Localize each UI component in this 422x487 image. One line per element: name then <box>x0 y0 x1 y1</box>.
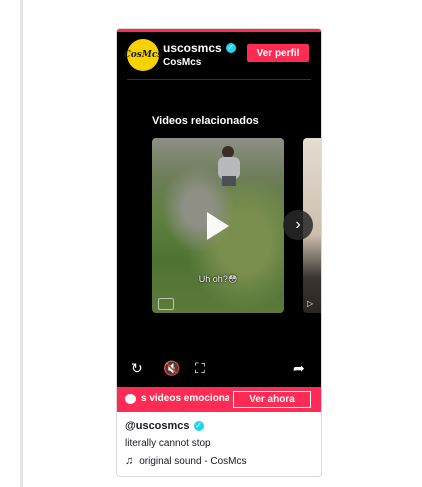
avatar[interactable]: CosMcs <box>124 39 162 71</box>
mute-icon[interactable]: 🔇 <box>163 360 180 376</box>
chat-bubble-icon <box>125 394 136 404</box>
author-display-name: CosMcs <box>163 57 202 68</box>
view-profile-button[interactable]: Ver perfil <box>247 44 309 62</box>
share-icon[interactable]: ➦ <box>293 360 305 376</box>
related-videos-title: Videos relacionados <box>152 115 259 127</box>
promo-banner[interactable]: s videos emocionan Ver ahora <box>117 387 321 412</box>
related-video-thumbnail[interactable]: Uh oh?😳 <box>152 138 284 313</box>
music-note-icon: ♫ <box>125 455 134 467</box>
post-author[interactable]: @uscosmcs ✓ <box>125 420 204 432</box>
author-handle[interactable]: uscosmcs ✓ <box>163 41 236 55</box>
top-accent-bar <box>117 29 321 32</box>
verified-badge-icon: ✓ <box>225 43 236 53</box>
sound-label: original sound - CosMcs <box>139 455 247 467</box>
mini-play-icon: ▷ <box>307 299 314 308</box>
child-figure <box>216 146 242 186</box>
avatar-text: CosMcs <box>123 50 163 60</box>
header-divider <box>127 79 311 80</box>
left-border-rule <box>20 0 23 487</box>
fullscreen-icon[interactable]: ⛶ <box>195 360 205 376</box>
replay-icon[interactable]: ↻ <box>131 360 143 376</box>
watermark-icon <box>158 298 174 310</box>
banner-marquee-text: s videos emocionan <box>141 393 229 404</box>
tiktok-embed-card: CosMcs uscosmcs ✓ CosMcs Ver perfil Vide… <box>116 28 322 477</box>
play-icon[interactable] <box>207 212 229 240</box>
sound-link[interactable]: ♫ original sound - CosMcs <box>125 455 247 467</box>
chevron-right-icon[interactable]: › <box>283 210 313 240</box>
post-caption: literally cannot stop <box>125 438 211 449</box>
verified-badge-icon: ✓ <box>193 421 204 431</box>
watch-now-button[interactable]: Ver ahora <box>233 391 311 408</box>
video-overlay-caption: Uh oh?😳 <box>198 274 238 284</box>
video-player[interactable]: CosMcs uscosmcs ✓ CosMcs Ver perfil Vide… <box>117 29 321 387</box>
author-handle-text: uscosmcs <box>163 41 222 55</box>
post-author-handle: @uscosmcs <box>125 420 190 432</box>
